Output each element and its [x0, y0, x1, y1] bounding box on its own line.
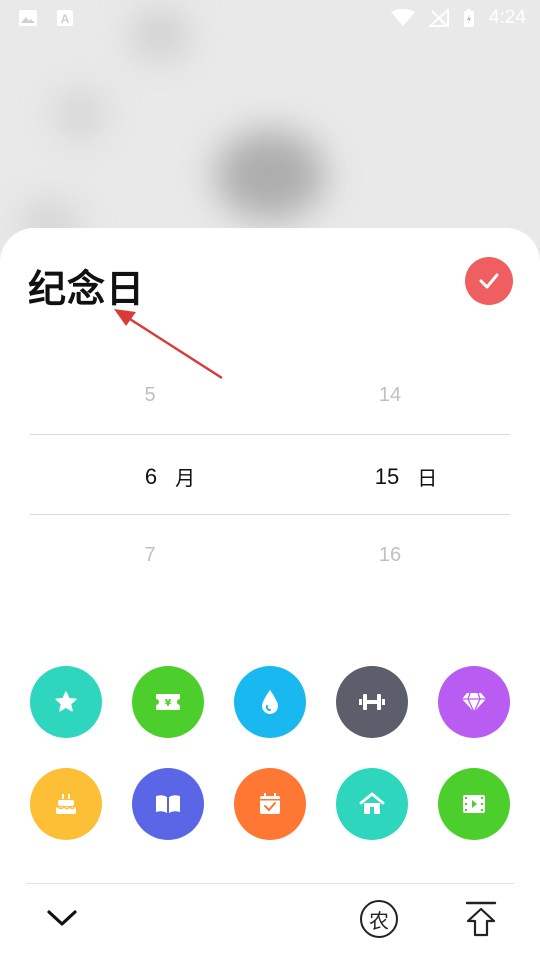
day-unit: 日	[417, 466, 438, 490]
star-icon	[55, 691, 77, 712]
home-icon	[359, 792, 385, 814]
status-bar: A 4:24	[0, 0, 540, 36]
day-next[interactable]: 16	[310, 544, 470, 567]
picker-divider-bottom	[30, 514, 510, 515]
wifi-icon	[391, 9, 416, 27]
day-prev[interactable]: 14	[310, 384, 470, 407]
day-value: 15	[374, 463, 400, 489]
picker-divider-top	[30, 434, 510, 435]
category-grid: ¥	[30, 666, 510, 870]
category-star[interactable]	[30, 666, 102, 738]
svg-text:¥: ¥	[165, 698, 172, 709]
upload-icon	[465, 901, 497, 937]
category-birthday[interactable]	[30, 768, 102, 840]
font-icon: A	[56, 9, 74, 27]
upload-button[interactable]	[460, 898, 502, 940]
chevron-down-icon	[47, 910, 77, 926]
month-value: 6	[144, 463, 158, 489]
no-signal-icon	[429, 9, 450, 27]
lunar-glyph: 农	[369, 908, 389, 933]
category-video[interactable]	[438, 768, 510, 840]
svg-text:A: A	[61, 12, 70, 26]
status-time: 4:24	[489, 7, 526, 28]
month-selected[interactable]: 6 月	[90, 462, 250, 491]
collapse-button[interactable]	[42, 898, 82, 938]
category-money[interactable]: ¥	[132, 666, 204, 738]
blurred-background	[0, 0, 540, 260]
bottom-bar: 农	[0, 884, 540, 960]
cake-icon	[56, 794, 76, 814]
category-home[interactable]	[336, 768, 408, 840]
month-prev[interactable]: 5	[70, 384, 230, 407]
calendar-check-icon	[260, 793, 280, 814]
anniversary-sheet: 纪念日 5 6 月 7 14 15 日 16 ¥ 农	[0, 228, 540, 960]
battery-charging-icon	[463, 8, 475, 28]
category-diamond[interactable]	[438, 666, 510, 738]
day-selected[interactable]: 15 日	[326, 462, 486, 491]
check-icon	[479, 273, 499, 289]
month-next[interactable]: 7	[70, 544, 230, 567]
image-icon	[18, 9, 38, 27]
water-drop-icon	[262, 690, 278, 714]
confirm-button[interactable]	[465, 257, 513, 305]
month-unit: 月	[175, 466, 196, 490]
lunar-calendar-button[interactable]: 农	[358, 898, 400, 940]
video-icon	[463, 795, 485, 813]
book-icon	[156, 795, 180, 813]
money-ticket-icon: ¥	[156, 694, 180, 710]
lunar-icon: 农	[360, 900, 398, 938]
dumbbell-icon	[359, 694, 385, 710]
category-schedule[interactable]	[234, 768, 306, 840]
category-reading[interactable]	[132, 768, 204, 840]
annotation-arrow-icon	[114, 309, 223, 380]
category-fitness[interactable]	[336, 666, 408, 738]
diamond-icon	[462, 692, 486, 714]
category-water[interactable]	[234, 666, 306, 738]
